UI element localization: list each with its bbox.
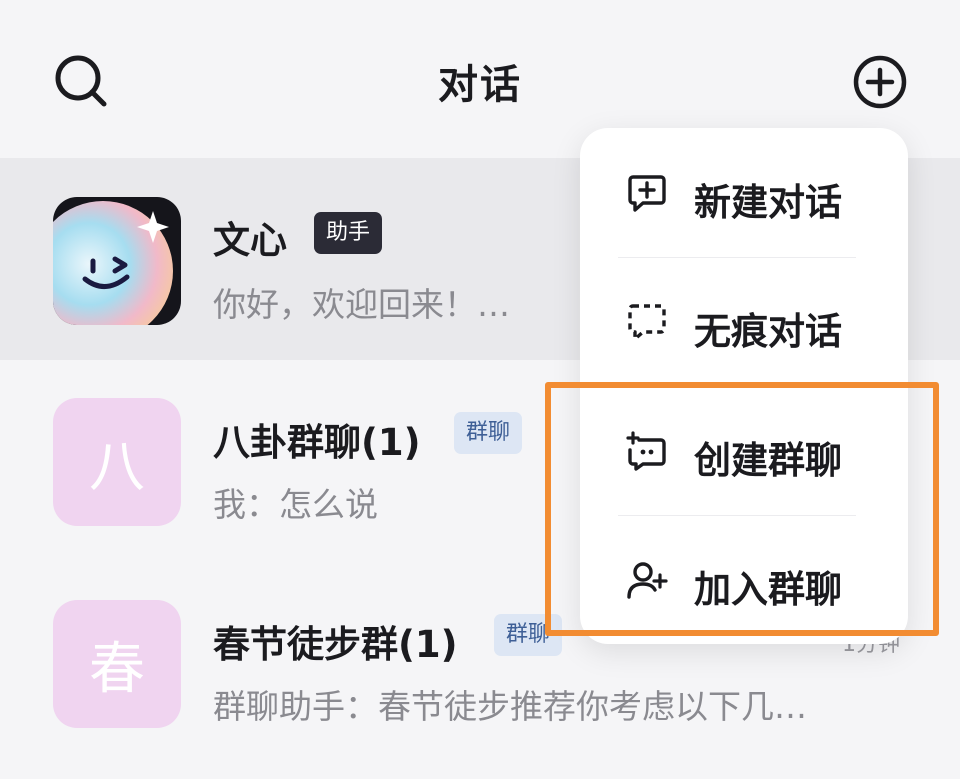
group-badge: 群聊	[454, 412, 523, 454]
conversation-preview: 你好，欢迎回来！…	[213, 285, 510, 324]
page-title: 对话	[438, 62, 522, 108]
assistant-badge: 助手	[314, 212, 383, 254]
menu-item-label: 新建对话	[694, 181, 842, 224]
new-chat-icon	[626, 172, 668, 214]
conversation-name: 八卦群聊(1)	[213, 421, 421, 464]
menu-item-incognito-chat[interactable]: 无痕对话	[580, 257, 908, 386]
wenxin-smile-avatar-icon	[53, 197, 181, 325]
conversation-preview: 群聊助手：春节徒步推荐你考虑以下几…	[213, 687, 807, 726]
menu-item-label: 无痕对话	[694, 310, 842, 353]
conversation-name: 文心	[213, 219, 287, 262]
conversation-name: 春节徒步群(1)	[213, 623, 458, 666]
add-circle-icon[interactable]	[850, 52, 910, 112]
group-avatar: 八	[53, 398, 181, 526]
menu-item-new-chat[interactable]: 新建对话	[580, 128, 908, 257]
annotation-highlight-box	[545, 382, 939, 636]
group-avatar: 春	[53, 600, 181, 728]
incognito-chat-icon	[626, 301, 668, 343]
conversation-preview: 我：怎么说	[213, 485, 378, 524]
